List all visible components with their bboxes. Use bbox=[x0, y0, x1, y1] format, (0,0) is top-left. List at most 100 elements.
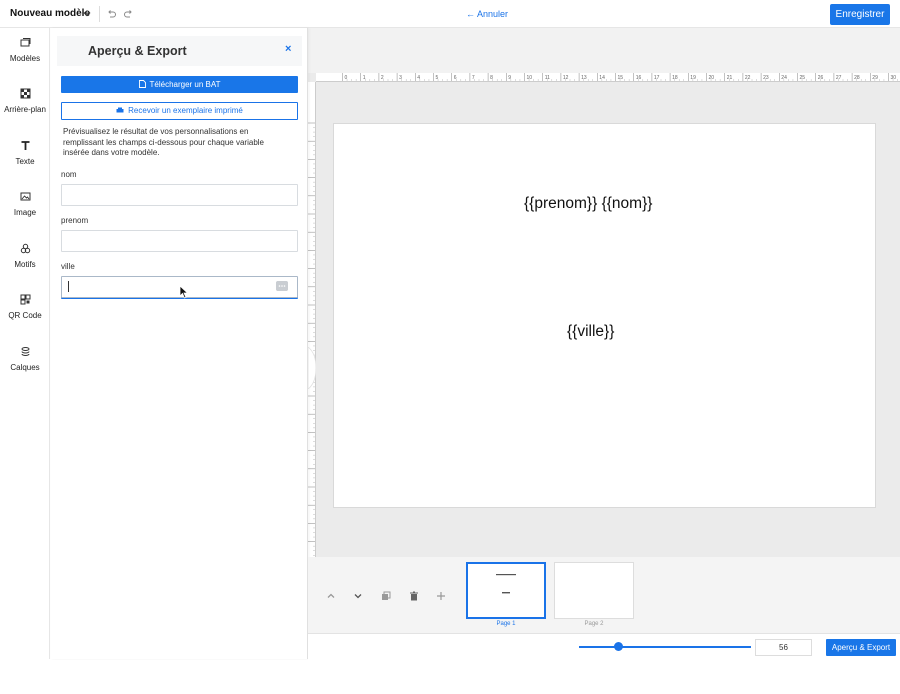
ruler-tick-label: 15 bbox=[618, 75, 624, 81]
printer-icon bbox=[116, 107, 124, 113]
bottom-bar: 56 Aperçu & Export bbox=[308, 633, 900, 660]
keyboard-icon[interactable] bbox=[276, 281, 288, 291]
sidebar-item-shapes[interactable]: Motifs bbox=[0, 243, 50, 269]
ruler-tick-label: 28 bbox=[854, 75, 860, 81]
sidebar-item-label: Texte bbox=[15, 157, 35, 166]
ruler-tick-label: 1 bbox=[363, 75, 366, 81]
horizontal-ruler: 0 1 2 3 4 5 6 7 8 9 10 11 12 13 14 15 16 17 18 19 20 21 22 23 24… bbox=[316, 73, 900, 82]
image-icon bbox=[20, 192, 30, 201]
ruler-tick-label: 10 bbox=[527, 75, 533, 81]
sidebar-item-layers[interactable]: Calques bbox=[0, 346, 50, 372]
nom-field[interactable] bbox=[61, 184, 298, 206]
ruler-tick-label: 14 bbox=[599, 75, 605, 81]
toolbar-divider bbox=[99, 6, 100, 22]
text-caret bbox=[68, 281, 69, 292]
design-page[interactable]: {{prenom}} {{nom}} {{ville}} bbox=[333, 123, 876, 508]
canvas-toolbar-space bbox=[308, 28, 900, 73]
cancel-label: Annuler bbox=[477, 9, 509, 19]
sidebar-item-label: Calques bbox=[10, 363, 40, 372]
panel-description: Prévisualisez le résultat de vos personn… bbox=[63, 127, 264, 158]
sidebar-item-label: Image bbox=[13, 208, 37, 217]
page-thumbnail-preview bbox=[496, 574, 516, 594]
close-icon[interactable]: × bbox=[285, 43, 291, 55]
redo-icon[interactable] bbox=[123, 9, 134, 20]
mouse-pointer-icon bbox=[179, 285, 189, 299]
ruler-tick-label: 9 bbox=[508, 75, 511, 81]
templates-icon bbox=[20, 38, 30, 47]
chevron-down-icon[interactable] bbox=[82, 9, 92, 19]
ruler-tick-label: 4 bbox=[417, 75, 420, 81]
ruler-tick-label: 16 bbox=[636, 75, 642, 81]
page-label-2: Page 2 bbox=[584, 621, 604, 627]
printed-copy-label: Recevoir un exemplaire imprimé bbox=[128, 106, 243, 115]
left-toolbar: Modèles Arrière-plan Texte Image Motifs … bbox=[0, 28, 50, 659]
zoom-slider-thumb[interactable] bbox=[614, 642, 624, 651]
sidebar-item-templates[interactable]: Modèles bbox=[0, 37, 50, 63]
ruler-tick-label: 11 bbox=[545, 75, 550, 81]
ruler-tick-label: 30 bbox=[891, 75, 897, 81]
chevron-down-icon[interactable] bbox=[353, 591, 363, 601]
top-bar: Nouveau modèle ← Annuler Enregistrer bbox=[0, 0, 900, 28]
field-label-ville: ville bbox=[61, 262, 75, 271]
text-icon bbox=[21, 141, 29, 150]
preview-export-panel: Aperçu & Export × Télécharger un BAT Rec… bbox=[51, 28, 308, 659]
qr-code-icon bbox=[20, 294, 30, 305]
ruler-tick-label: 21 bbox=[727, 75, 733, 81]
download-bat-label: Télécharger un BAT bbox=[149, 80, 221, 89]
page-thumbnail-1[interactable] bbox=[466, 562, 546, 619]
ruler-tick-label: 17 bbox=[654, 75, 660, 81]
ruler-tick-label: 22 bbox=[745, 75, 751, 81]
sidebar-item-label: QR Code bbox=[8, 311, 42, 320]
document-icon bbox=[138, 80, 146, 88]
zoom-input[interactable]: 56 bbox=[755, 639, 812, 656]
duplicate-icon[interactable] bbox=[381, 591, 391, 601]
field-label-nom: nom bbox=[61, 170, 77, 179]
canvas-text-name-variables[interactable]: {{prenom}} {{nom}} bbox=[524, 195, 652, 213]
zoom-slider-track[interactable] bbox=[579, 646, 751, 648]
sidebar-item-image[interactable]: Image bbox=[0, 191, 50, 217]
trash-icon[interactable] bbox=[409, 591, 419, 601]
background-icon bbox=[20, 88, 30, 99]
undo-icon[interactable] bbox=[106, 9, 117, 20]
preview-export-button[interactable]: Aperçu & Export bbox=[826, 639, 896, 656]
ruler-tick-label: 12 bbox=[563, 75, 569, 81]
download-bat-button[interactable]: Télécharger un BAT bbox=[61, 76, 298, 93]
page-label-1: Page 1 bbox=[496, 621, 516, 627]
ruler-tick-label: 5 bbox=[436, 75, 439, 81]
sidebar-item-label: Motifs bbox=[14, 260, 36, 269]
ruler-tick-label: 24 bbox=[781, 75, 787, 81]
ruler-tick-label: 26 bbox=[818, 75, 824, 81]
canvas-area: 0 1 2 3 4 5 6 7 8 9 10 11 12 13 14 15 16 17 18 19 20 21 22 23 24… bbox=[308, 28, 900, 557]
ruler-tick-label: 20 bbox=[709, 75, 715, 81]
arrow-left-icon: ← bbox=[466, 9, 475, 19]
canvas-text-city-variable[interactable]: {{ville}} bbox=[567, 323, 614, 341]
sidebar-item-text[interactable]: Texte bbox=[0, 140, 50, 166]
layers-icon bbox=[21, 347, 29, 356]
ruler-tick-label: 8 bbox=[490, 75, 493, 81]
chevron-up-icon[interactable] bbox=[326, 591, 336, 601]
page-thumbnail-2[interactable] bbox=[554, 562, 634, 619]
ruler-tick-label: 0 bbox=[345, 75, 348, 81]
sidebar-item-qr-code[interactable]: QR Code bbox=[0, 294, 50, 320]
ruler-tick-label: 3 bbox=[399, 75, 402, 81]
ruler-tick-label: 6 bbox=[454, 75, 457, 81]
ruler-tick-label: 18 bbox=[672, 75, 678, 81]
ruler-tick-label: 23 bbox=[763, 75, 769, 81]
panel-header: Aperçu & Export × bbox=[57, 36, 302, 66]
panel-collapse-handle[interactable] bbox=[308, 347, 316, 389]
sidebar-item-background[interactable]: Arrière-plan bbox=[0, 88, 50, 114]
printed-copy-button[interactable]: Recevoir un exemplaire imprimé bbox=[61, 102, 298, 120]
cancel-link[interactable]: ← Annuler bbox=[466, 9, 508, 19]
field-label-prenom: prenom bbox=[61, 216, 89, 225]
ruler-tick-label: 19 bbox=[690, 75, 696, 81]
document-title[interactable]: Nouveau modèle bbox=[10, 8, 90, 19]
add-page-icon[interactable] bbox=[436, 591, 446, 601]
ruler-tick-label: 7 bbox=[472, 75, 475, 81]
save-button[interactable]: Enregistrer bbox=[830, 4, 890, 25]
ruler-tick-label: 25 bbox=[800, 75, 806, 81]
sidebar-item-label: Modèles bbox=[9, 54, 41, 63]
prenom-field[interactable] bbox=[61, 230, 298, 252]
ruler-tick-label: 2 bbox=[381, 75, 384, 81]
panel-title: Aperçu & Export bbox=[88, 44, 187, 58]
page-strip: Page 1 Page 2 bbox=[308, 557, 900, 633]
